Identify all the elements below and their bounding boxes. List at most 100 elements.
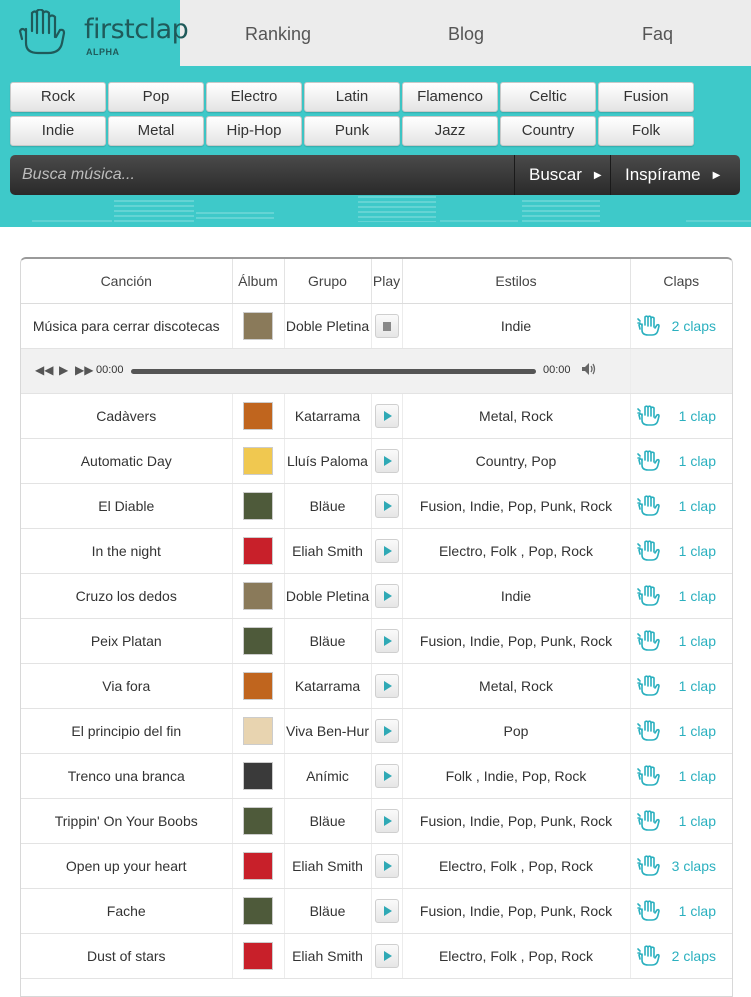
clap-hand-icon[interactable] — [636, 674, 663, 700]
song-title[interactable]: Trenco una branca — [21, 753, 233, 799]
song-title[interactable]: Cruzo los dedos — [21, 573, 233, 619]
song-title[interactable]: In the night — [21, 528, 233, 574]
group-name[interactable]: Eliah Smith — [284, 933, 372, 979]
col-header-album[interactable]: Álbum — [232, 259, 285, 304]
nav-faq-link[interactable]: Faq — [642, 24, 673, 45]
play-button[interactable] — [374, 583, 399, 608]
fast-forward-icon[interactable]: ▶▶ — [75, 363, 93, 377]
volume-icon[interactable] — [581, 362, 597, 379]
album-art-thumbnail[interactable] — [243, 401, 273, 430]
rewind-icon[interactable]: ◀◀ — [35, 363, 53, 377]
play-icon[interactable]: ▶ — [59, 363, 68, 377]
genre-button-celtic[interactable]: Celtic — [500, 82, 596, 112]
play-button[interactable] — [374, 628, 399, 653]
group-name[interactable]: Doble Pletina — [284, 573, 372, 619]
col-header-styles[interactable]: Estilos — [402, 259, 631, 304]
album-art-thumbnail[interactable] — [243, 761, 273, 790]
song-title[interactable]: Música para cerrar discotecas — [21, 303, 233, 349]
genre-button-electro[interactable]: Electro — [206, 82, 302, 112]
play-button[interactable] — [374, 673, 399, 698]
play-button[interactable] — [374, 493, 399, 518]
album-art-thumbnail[interactable] — [243, 626, 273, 655]
genre-button-rock[interactable]: Rock — [10, 82, 106, 112]
album-art-thumbnail[interactable] — [243, 581, 273, 610]
col-header-song[interactable]: Canción — [21, 259, 233, 304]
group-name[interactable]: Katarrama — [284, 393, 372, 439]
col-header-claps[interactable]: Claps — [630, 259, 732, 304]
clap-hand-icon[interactable] — [636, 314, 663, 340]
clap-hand-icon[interactable] — [636, 494, 663, 520]
genre-button-fusion[interactable]: Fusion — [598, 82, 694, 112]
clap-hand-icon[interactable] — [636, 584, 663, 610]
song-title[interactable]: Dust of stars — [21, 933, 233, 979]
play-button[interactable] — [374, 448, 399, 473]
genre-button-latin[interactable]: Latin — [304, 82, 400, 112]
play-button[interactable] — [374, 538, 399, 563]
song-title[interactable]: Peix Platan — [21, 618, 233, 664]
genre-button-hip-hop[interactable]: Hip-Hop — [206, 116, 302, 146]
group-name[interactable]: Eliah Smith — [284, 528, 372, 574]
genre-button-country[interactable]: Country — [500, 116, 596, 146]
group-name[interactable]: Doble Pletina — [284, 303, 372, 349]
genre-button-indie[interactable]: Indie — [10, 116, 106, 146]
genre-button-punk[interactable]: Punk — [304, 116, 400, 146]
song-title[interactable]: Trippin' On Your Boobs — [21, 798, 233, 844]
group-name[interactable]: Bläue — [284, 483, 372, 529]
group-name[interactable]: Bläue — [284, 888, 372, 934]
inspire-button[interactable]: Inspírame ▶ — [610, 155, 740, 195]
album-art-thumbnail[interactable] — [243, 446, 273, 475]
progress-bar[interactable] — [131, 368, 536, 374]
play-button[interactable] — [374, 763, 399, 788]
song-title[interactable]: Automatic Day — [21, 438, 233, 484]
song-title[interactable]: El principio del fin — [21, 708, 233, 754]
group-name[interactable]: Eliah Smith — [284, 843, 372, 889]
search-input[interactable] — [10, 155, 514, 195]
clap-hand-icon[interactable] — [636, 449, 663, 475]
clap-hand-icon[interactable] — [636, 719, 663, 745]
song-title[interactable]: Cadàvers — [21, 393, 233, 439]
song-title[interactable]: Via fora — [21, 663, 233, 709]
album-art-thumbnail[interactable] — [243, 851, 273, 880]
clap-hand-icon[interactable] — [636, 764, 663, 790]
song-title[interactable]: Open up your heart — [21, 843, 233, 889]
clap-hand-icon[interactable] — [636, 899, 663, 925]
group-name[interactable]: Katarrama — [284, 663, 372, 709]
group-name[interactable]: Bläue — [284, 798, 372, 844]
logo[interactable]: firstclap ALPHA — [0, 0, 189, 66]
play-button[interactable] — [374, 853, 399, 878]
play-button[interactable] — [374, 718, 399, 743]
nav-ranking-link[interactable]: Ranking — [245, 24, 311, 45]
clap-hand-icon[interactable] — [636, 854, 663, 880]
stop-button[interactable] — [374, 313, 399, 338]
song-title[interactable]: Fache — [21, 888, 233, 934]
genre-button-folk[interactable]: Folk — [598, 116, 694, 146]
group-name[interactable]: Lluís Paloma — [284, 438, 372, 484]
clap-hand-icon[interactable] — [636, 539, 663, 565]
album-art-thumbnail[interactable] — [243, 536, 273, 565]
play-button[interactable] — [374, 943, 399, 968]
song-title[interactable]: El Diable — [21, 483, 233, 529]
clap-hand-icon[interactable] — [636, 809, 663, 835]
group-name[interactable]: Viva Ben-Hur — [284, 708, 372, 754]
play-button[interactable] — [374, 403, 399, 428]
group-name[interactable]: Anímic — [284, 753, 372, 799]
album-art-thumbnail[interactable] — [243, 671, 273, 700]
genre-button-pop[interactable]: Pop — [108, 82, 204, 112]
nav-blog-link[interactable]: Blog — [448, 24, 484, 45]
clap-hand-icon[interactable] — [636, 944, 663, 970]
genre-button-flamenco[interactable]: Flamenco — [402, 82, 498, 112]
genre-button-metal[interactable]: Metal — [108, 116, 204, 146]
play-button[interactable] — [374, 808, 399, 833]
search-button[interactable]: Buscar ▶ — [514, 155, 610, 195]
album-art-thumbnail[interactable] — [243, 716, 273, 745]
clap-hand-icon[interactable] — [636, 404, 663, 430]
album-art-thumbnail[interactable] — [243, 941, 273, 970]
play-button[interactable] — [374, 898, 399, 923]
clap-hand-icon[interactable] — [636, 629, 663, 655]
album-art-thumbnail[interactable] — [243, 896, 273, 925]
genre-button-jazz[interactable]: Jazz — [402, 116, 498, 146]
album-art-thumbnail[interactable] — [243, 806, 273, 835]
col-header-group[interactable]: Grupo — [284, 259, 372, 304]
group-name[interactable]: Bläue — [284, 618, 372, 664]
album-art-thumbnail[interactable] — [243, 311, 273, 340]
